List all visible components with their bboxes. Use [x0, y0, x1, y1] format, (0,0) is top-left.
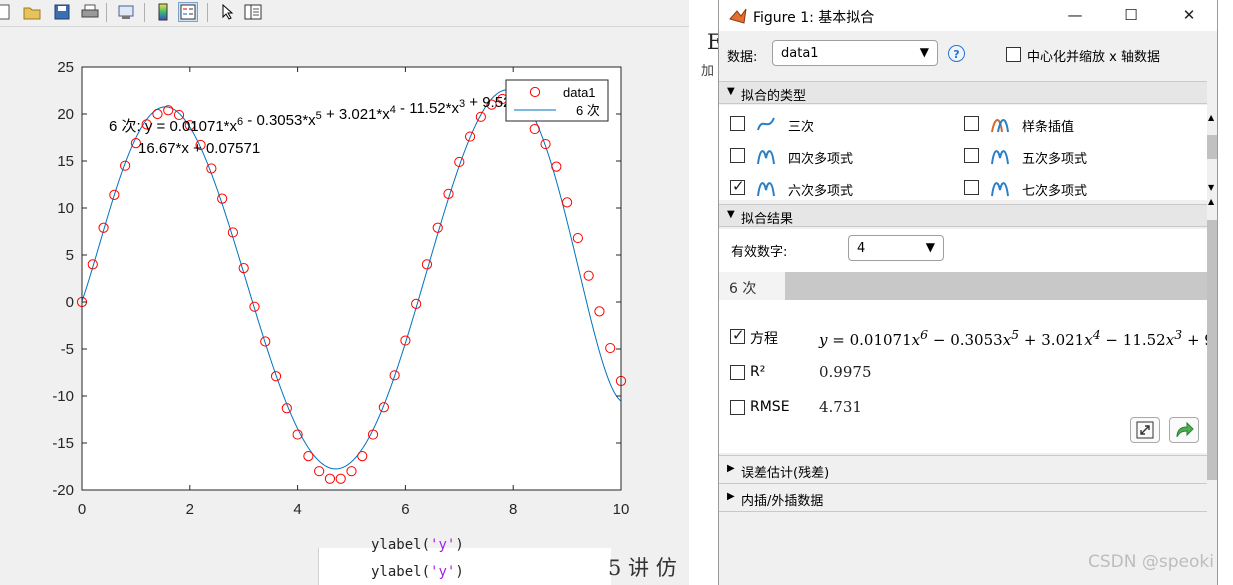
fit-results-panel: 有效数字: 4 ▼ 6 次 方程 y = 0.01071x6 − 0.3053x…: [719, 229, 1217, 453]
watermark: CSDN @speoki: [1088, 552, 1214, 572]
fit-results-section-header[interactable]: ▼ 拟合结果: [719, 204, 1207, 227]
matlab-logo-icon: [729, 7, 747, 29]
r2-value: 0.9975: [819, 363, 872, 381]
cubic-curve-icon: [757, 117, 775, 131]
center-scale-checkbox[interactable]: [1006, 47, 1021, 62]
scroll-down-icon[interactable]: ▼: [1208, 183, 1214, 192]
y-tick-label: -5: [61, 341, 74, 358]
fit-types-section-header[interactable]: ▼ 拟合的类型: [719, 81, 1207, 104]
equation-checkbox[interactable]: [730, 326, 745, 344]
code-line: ylabel('y'): [371, 537, 464, 553]
dropdown-arrow-icon: ▼: [919, 45, 929, 59]
save-icon[interactable]: [52, 2, 72, 22]
background-document: E 加: [689, 0, 722, 585]
open-folder-icon[interactable]: [22, 2, 42, 22]
close-button[interactable]: ✕: [1179, 6, 1199, 24]
background-lecture-text: 5 讲 仿: [608, 556, 677, 580]
maximize-button[interactable]: ☐: [1121, 6, 1141, 24]
plot-area: 0 2 4 6 8 10 25 20 15 10 5 0 -5 -10 -15 -20 6 次: y = 0.0…: [0, 27, 689, 548]
interp-section-header[interactable]: ▶ 内插/外插数据: [719, 483, 1207, 511]
sig-digits-select[interactable]: 4 ▼: [848, 235, 944, 261]
spline-curve-icon: [991, 119, 1009, 133]
figure-toolbar: [0, 0, 689, 27]
expand-button[interactable]: [1130, 417, 1160, 443]
y-tick-label: -15: [52, 435, 74, 452]
x-tick-label: 2: [186, 501, 194, 518]
collapsed-triangle-icon: ▶: [727, 463, 735, 474]
x-tick-label: 8: [509, 501, 517, 518]
basic-fitting-window: Figure 1: 基本拟合 — ☐ ✕ 数据: data1 ▼ ? 中心化并缩…: [718, 0, 1218, 585]
x-tick-label: 6: [401, 501, 409, 518]
polynomial-curve-icon: [991, 150, 1009, 165]
export-arrow-icon: [1176, 421, 1194, 438]
x-tick-label: 10: [613, 501, 630, 518]
y-tick-label: 20: [57, 106, 74, 123]
expanded-triangle-icon: ▼: [727, 209, 735, 220]
expand-icon: [1136, 421, 1154, 439]
scroll-thumb[interactable]: [1207, 135, 1217, 159]
fit-plot: 0 2 4 6 8 102520151050-5-10-15-206 次: y = 0.0…: [52, 59, 630, 518]
fit-types-scrollbar[interactable]: ▲ ▼: [1207, 105, 1217, 200]
y-tick-label: 25: [57, 59, 74, 76]
code-editor-fragment: ylabel('y') ylabel('y'): [318, 537, 611, 585]
print-preview-icon[interactable]: [116, 2, 136, 22]
export-button[interactable]: [1169, 417, 1199, 443]
equation-label: 方程: [750, 331, 778, 347]
minimize-button[interactable]: —: [1065, 6, 1085, 24]
scroll-up-icon[interactable]: ▲: [1208, 197, 1214, 206]
pointer-icon[interactable]: [218, 2, 238, 22]
data-selection-row: 数据: data1 ▼ ? 中心化并缩放 x 轴数据: [719, 36, 1217, 72]
fit-types-list: 三次 样条插值 四次多项式 五次多项式 六次多项式 七次多项式: [719, 105, 1207, 200]
y-tick-label: 0: [66, 294, 74, 311]
y-tick-label: -10: [52, 388, 74, 405]
help-icon[interactable]: ?: [948, 45, 965, 62]
results-scrollbar[interactable]: ▲: [1207, 197, 1217, 585]
equation-annotation-line2: 16.67*x + 0.07571: [138, 140, 260, 157]
tab-degree-6[interactable]: 6 次: [719, 272, 785, 300]
figure-window: 0 2 4 6 8 10 25 20 15 10 5 0 -5 -10 -15 -20 6 次: y = 0.0…: [0, 0, 690, 548]
legend-label: data1: [563, 85, 596, 100]
data-label: 数据:: [727, 50, 758, 65]
code-line: ylabel('y'): [371, 564, 464, 580]
legend-label: 6 次: [576, 103, 600, 118]
window-title: Figure 1: 基本拟合: [753, 10, 875, 26]
x-tick-label: 4: [293, 501, 301, 518]
colorbar-icon[interactable]: [153, 2, 173, 22]
dropdown-arrow-icon: ▼: [925, 240, 935, 254]
scroll-thumb[interactable]: [1207, 220, 1217, 480]
error-estimate-section-header[interactable]: ▶ 误差估计(残差): [719, 455, 1207, 483]
sig-digits-label: 有效数字:: [731, 245, 788, 260]
new-file-icon[interactable]: [0, 2, 14, 22]
data-select[interactable]: data1 ▼: [772, 40, 938, 66]
results-tab-bar: 6 次: [719, 272, 1207, 300]
polynomial-curve-icon: [757, 182, 775, 197]
y-tick-label: -20: [52, 482, 74, 499]
y-tick-label: 5: [66, 247, 74, 264]
rmse-label: RMSE: [750, 399, 790, 415]
equation-display: y = 0.01071x6 − 0.3053x5 + 3.021x4 − 11.…: [819, 327, 1217, 349]
rmse-value: 4.731: [819, 398, 862, 416]
property-editor-icon[interactable]: [243, 2, 263, 22]
collapsed-triangle-icon: ▶: [727, 491, 735, 502]
x-tick-label: 0: [78, 501, 86, 518]
scroll-up-icon[interactable]: ▲: [1208, 113, 1214, 122]
polynomial-curve-icon: [991, 182, 1009, 197]
y-tick-label: 15: [57, 153, 74, 170]
r2-label: R²: [750, 364, 766, 380]
y-tick-label: 10: [57, 200, 74, 217]
r2-checkbox[interactable]: [730, 365, 745, 380]
legend-icon[interactable]: [178, 2, 198, 22]
polynomial-curve-icon: [757, 150, 775, 165]
rmse-checkbox[interactable]: [730, 400, 745, 415]
title-bar: Figure 1: 基本拟合 — ☐ ✕: [719, 0, 1217, 31]
expanded-triangle-icon: ▼: [727, 86, 735, 97]
center-scale-label: 中心化并缩放 x 轴数据: [1027, 50, 1160, 65]
print-icon[interactable]: [80, 2, 100, 22]
